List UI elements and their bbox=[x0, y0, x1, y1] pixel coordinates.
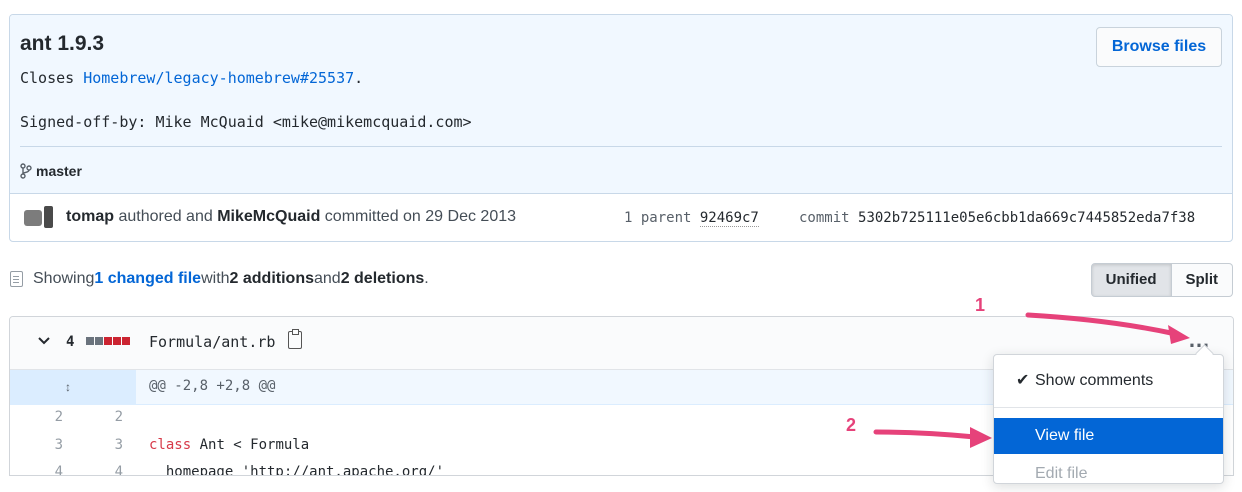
issue-link[interactable]: Homebrew/legacy-homebrew#25537 bbox=[83, 69, 354, 87]
file-diff-icon bbox=[10, 271, 23, 287]
commit-title: ant 1.9.3 bbox=[20, 32, 105, 55]
unified-button[interactable]: Unified bbox=[1090, 263, 1172, 297]
commit-meta: tomap authored and MikeMcQuaid committed… bbox=[24, 205, 1222, 231]
branch-icon bbox=[20, 163, 32, 179]
commit-sha-value: 5302b725111e05e6cbb1da669c7445852eda7f38 bbox=[858, 210, 1196, 226]
code-text: homepage 'http://ant.apache.org/' bbox=[149, 464, 445, 476]
annotation-step-2: 2 bbox=[846, 415, 857, 435]
divider bbox=[20, 146, 1222, 147]
expand-gutter[interactable]: ↕ bbox=[10, 370, 136, 404]
commit-sha: commit 5302b725111e05e6cbb1da669c7445852… bbox=[799, 210, 1196, 226]
old-line-number[interactable]: 2 bbox=[23, 409, 63, 425]
menu-item-show-comments[interactable]: ✔ Show comments bbox=[994, 363, 1223, 399]
menu-item-edit-file[interactable]: Edit file bbox=[994, 456, 1223, 492]
avatar[interactable] bbox=[24, 206, 54, 228]
old-line-number[interactable]: 4 bbox=[23, 464, 63, 475]
new-line-number[interactable]: 3 bbox=[83, 437, 123, 453]
hunk-text: @@ -2,8 +2,8 @@ bbox=[149, 378, 276, 394]
diffstat-block bbox=[86, 337, 94, 345]
commit-header: ant 1.9.3 Closes Homebrew/legacy-homebre… bbox=[10, 15, 1232, 194]
diffstat-block bbox=[104, 337, 112, 345]
new-line-number[interactable]: 4 bbox=[83, 464, 123, 475]
author-avatar[interactable] bbox=[24, 210, 42, 226]
diffstat bbox=[86, 337, 130, 345]
divider bbox=[994, 407, 1223, 408]
branch-name: master bbox=[36, 163, 82, 179]
diffstat-block bbox=[95, 337, 103, 345]
author-line: tomap authored and MikeMcQuaid committed… bbox=[66, 208, 517, 225]
diffstat-block bbox=[113, 337, 121, 345]
expand-icon[interactable]: ↕ bbox=[65, 380, 71, 394]
view-toggle: Unified Split bbox=[1090, 263, 1233, 297]
parent-sha-link[interactable]: 92469c7 bbox=[699, 210, 759, 227]
signoff-line: Signed-off-by: Mike McQuaid <mike@mikemc… bbox=[20, 113, 472, 131]
file-options-menu: ✔ Show comments View file Edit file bbox=[993, 354, 1224, 484]
check-icon: ✔ bbox=[1016, 372, 1030, 389]
code-text: class Ant < Formula bbox=[149, 437, 310, 453]
diffstat-block bbox=[122, 337, 130, 345]
commit-box: ant 1.9.3 Closes Homebrew/legacy-homebre… bbox=[9, 14, 1233, 242]
old-line-number[interactable]: 3 bbox=[23, 437, 63, 453]
branch[interactable]: master bbox=[20, 163, 82, 179]
author-link[interactable]: tomap bbox=[66, 208, 114, 225]
chevron-down-icon[interactable] bbox=[37, 334, 51, 348]
split-button[interactable]: Split bbox=[1171, 263, 1233, 297]
browse-files-button[interactable]: Browse files bbox=[1096, 27, 1222, 67]
change-count: 4 bbox=[66, 334, 75, 350]
parent-info: 1 parent 92469c7 bbox=[624, 210, 759, 227]
committer-link[interactable]: MikeMcQuaid bbox=[217, 208, 320, 225]
new-line-number[interactable]: 2 bbox=[83, 409, 123, 425]
menu-item-view-file[interactable]: View file bbox=[994, 418, 1223, 454]
clipboard-icon[interactable] bbox=[288, 329, 302, 349]
annotation-step-1: 1 bbox=[975, 295, 986, 315]
changed-files-link[interactable]: 1 changed file bbox=[94, 270, 201, 288]
commit-message: Closes Homebrew/legacy-homebrew#25537. S… bbox=[20, 69, 472, 131]
diff-summary: Showing 1 changed file with 2 additions … bbox=[10, 266, 429, 292]
committer-avatar[interactable] bbox=[44, 206, 53, 228]
file-name[interactable]: Formula/ant.rb bbox=[149, 333, 275, 351]
menu-item-label: Show comments bbox=[1035, 372, 1154, 389]
